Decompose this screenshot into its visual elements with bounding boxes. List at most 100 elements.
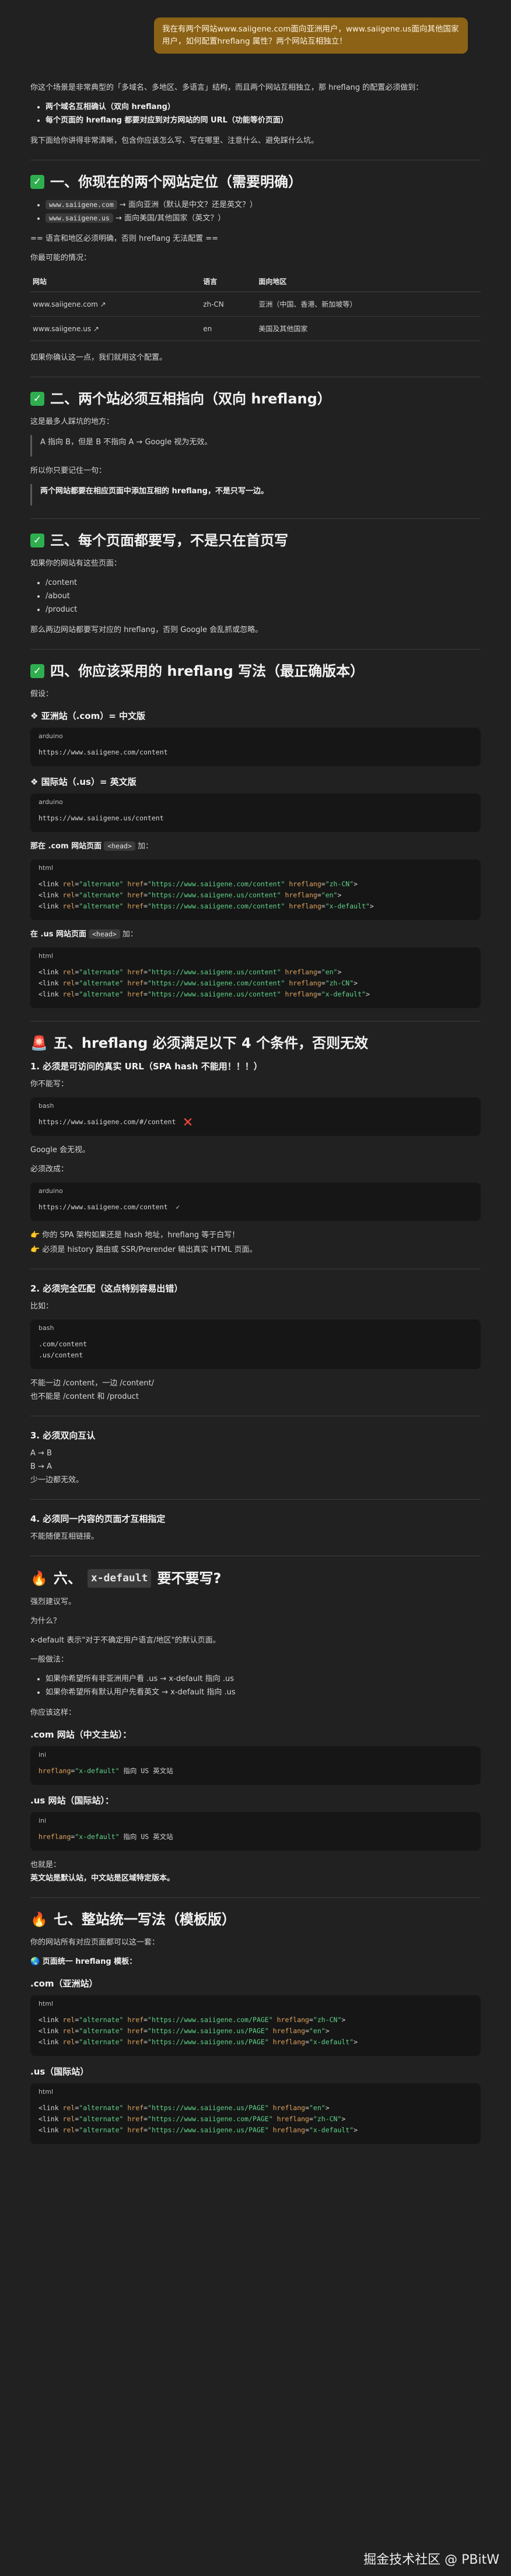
subheading: 1. 必须是可访问的真实 URL（SPA hash 不能用！！！）	[30, 1061, 262, 1072]
table-cell-link[interactable]: www.saiigene.com ↗	[30, 292, 201, 317]
site-item: www.saiigene.com → 面向亚洲（默认是中文？还是英文？）	[46, 199, 481, 211]
check-icon: ✓	[30, 392, 44, 406]
code-language: arduino	[38, 732, 63, 740]
inline-code: <head>	[104, 841, 135, 851]
code-block[interactable]: arduino https://www.saiigene.us/content	[30, 794, 481, 832]
table-cell-link[interactable]: www.saiigene.us ↗	[30, 316, 201, 341]
table-cell: 美国及其他国家	[256, 316, 481, 341]
inline-code: <head>	[89, 929, 120, 939]
list-item: 如果你希望所有默认用户先看英文 → x-default 指向 .us	[46, 1686, 481, 1698]
paragraph: 少一边都无效。	[30, 1476, 84, 1484]
table-row: www.saiigene.us ↗ en 美国及其他国家	[30, 316, 481, 341]
paragraph: 在 .us 网站页面 <head> 加：	[30, 928, 481, 940]
paragraph: x-default 表示"对于不确定用户语言/地区"的默认页面。	[30, 1636, 220, 1645]
paragraph: 所以你只要记住一句：	[30, 466, 107, 475]
code-block[interactable]: ini hreflang="x-default" 指向 US 英文站	[30, 1812, 481, 1851]
divider	[30, 518, 481, 519]
text: 页面统一 hreflang 模板：	[42, 1957, 137, 1966]
code-content: https://www.saiigene.com/content ✓	[30, 1198, 481, 1221]
fire-icon: 🔥	[30, 1570, 48, 1587]
watermark: 掘金技术社区 @ PBitW	[363, 2553, 499, 2567]
code-content: <link rel="alternate" href="https://www.…	[30, 2011, 481, 2056]
list-item: 如果你希望所有非亚洲用户看 .us → x-default 指向 .us	[46, 1673, 481, 1685]
section-title: 六、	[53, 1570, 82, 1587]
code-text: https://www.saiigene.com/#/content	[38, 1118, 176, 1126]
quote: 两个网站都要在相应页面中添加互相的 hreflang，不是只写一边。	[30, 484, 481, 506]
subheading: .com（亚洲站）	[30, 1978, 98, 1989]
code-string: "x-default"	[75, 1767, 120, 1775]
code-block[interactable]: html <link rel="alternate" href="https:/…	[30, 859, 481, 920]
code-line: <link rel="alternate" href="https://www.…	[38, 880, 358, 888]
code-block[interactable]: arduino https://www.saiigene.com/content…	[30, 1182, 481, 1221]
code-language: ini	[38, 1751, 47, 1759]
code-line: <link rel="alternate" href="https://www.…	[38, 2038, 358, 2046]
divider	[30, 1499, 481, 1500]
code-string: "x-default"	[75, 1833, 120, 1841]
subheading: .us（国际站）	[30, 2066, 89, 2077]
inline-code: x-default	[87, 1569, 152, 1588]
site-list: www.saiigene.com → 面向亚洲（默认是中文？还是英文？） www…	[30, 199, 481, 224]
code-language: bash	[38, 1324, 54, 1332]
code-content: hreflang="x-default" 指向 US 英文站	[38, 1767, 173, 1775]
globe-icon: 🌏	[30, 1957, 40, 1966]
paragraph: 🌏 页面统一 hreflang 模板：	[30, 1956, 481, 1968]
quote-text: 两个网站都要在相应页面中添加互相的 hreflang，不是只写一边。	[40, 487, 268, 496]
code-block[interactable]: html <link rel="alternate" href="https:/…	[30, 947, 481, 1008]
text: 在 .us 网站页面	[30, 930, 86, 939]
code-line: <link rel="alternate" href="https://www.…	[38, 2104, 330, 2112]
paragraph: 那么两边网站都要写对应的 hreflang，否则 Google 会乱抓或忽略。	[30, 626, 263, 634]
code-block[interactable]: ini hreflang="x-default" 指向 US 英文站	[30, 1746, 481, 1785]
code-language: bash	[38, 1102, 54, 1110]
section-title: 四、你应该采用的 hreflang 写法（最正确版本）	[50, 663, 365, 679]
section-title: 要不要写?	[157, 1570, 222, 1587]
check-icon: ✓	[30, 534, 44, 548]
code-line: <link rel="alternate" href="https://www.…	[38, 990, 370, 998]
code-block[interactable]: bash .com/content .us/content	[30, 1319, 481, 1369]
paragraph: 也就是：	[30, 1861, 61, 1869]
code-text: https://www.saiigene.com/content	[38, 1203, 168, 1211]
list-item: /about	[46, 590, 481, 602]
check-icon: ✓	[30, 175, 44, 189]
quote: A 指向 B，但是 B 不指向 A → Google 视为无效。	[30, 435, 481, 457]
paragraph: 如果你的网站有这些页面：	[30, 559, 122, 568]
code-text: 指向 US 英文站	[119, 1767, 173, 1775]
code-text: 指向 US 英文站	[119, 1833, 173, 1841]
code-line: <link rel="alternate" href="https://www.…	[38, 891, 342, 899]
intro-bullet: 两个域名互相确认（双向 hreflang）	[46, 101, 481, 113]
code-language: html	[38, 952, 54, 960]
paragraph: A → B	[30, 1449, 52, 1458]
code-language: arduino	[38, 1187, 63, 1195]
code-language: html	[38, 2000, 54, 2008]
paragraph: 那在 .com 网站页面 <head> 加：	[30, 840, 481, 852]
code-block[interactable]: arduino https://www.saiigene.com/content	[30, 728, 481, 766]
note: == 语言和地区必须明确，否则 hreflang 无法配置 ==	[30, 234, 219, 243]
paragraph: 英文站是默认站，中文站是区域特定版本。	[30, 1874, 175, 1883]
section-title: 七、整站统一写法（模板版）	[53, 1911, 236, 1928]
section-4-heading: ✓ 四、你应该采用的 hreflang 写法（最正确版本）	[30, 662, 481, 680]
subheading: 3. 必须双向互认	[30, 1430, 96, 1441]
code-block[interactable]: html <link rel="alternate" href="https:/…	[30, 1995, 481, 2056]
paragraph: 不能随便互相链接。	[30, 1532, 99, 1541]
site-desc: → 面向亚洲（默认是中文？还是英文？）	[119, 201, 257, 209]
divider	[30, 1021, 481, 1022]
code-line: <link rel="alternate" href="https://www.…	[38, 2115, 346, 2123]
code-line: <link rel="alternate" href="https://www.…	[38, 902, 374, 910]
domain-code: www.saiigene.us	[46, 213, 113, 223]
subheading: ❖ 亚洲站（.com）= 中文版	[30, 711, 145, 721]
section-title: 五、hreflang 必须满足以下 4 个条件，否则无效	[53, 1035, 369, 1051]
code-line: <link rel="alternate" href="https://www.…	[38, 2126, 358, 2134]
code-block[interactable]: bash https://www.saiigene.com/#/content …	[30, 1097, 481, 1136]
code-block[interactable]: html <link rel="alternate" href="https:/…	[30, 2083, 481, 2144]
check-icon: ✓	[30, 664, 44, 678]
intro-list: 两个域名互相确认（双向 hreflang） 每个页面的 hreflang 都要对…	[30, 101, 481, 127]
divider	[30, 649, 481, 650]
paragraph: 你最可能的情况：	[30, 254, 92, 262]
paragraph: 不能一边 /content，一边 /content/	[30, 1379, 154, 1388]
subheading: ❖ 国际站（.us）= 英文版	[30, 777, 136, 787]
intro-paragraph-2: 我下面给你讲得非常清晰，包含你应该怎么写、写在哪里、注意什么、避免踩什么坑。	[30, 136, 319, 145]
section-5-heading: 🚨 五、hreflang 必须满足以下 4 个条件，否则无效	[30, 1034, 481, 1052]
subheading: .com 网站（中文主站）：	[30, 1729, 132, 1740]
section-7-heading: 🔥 七、整站统一写法（模板版）	[30, 1911, 481, 1928]
list-item: /product	[46, 603, 481, 616]
table-cell: en	[201, 316, 257, 341]
